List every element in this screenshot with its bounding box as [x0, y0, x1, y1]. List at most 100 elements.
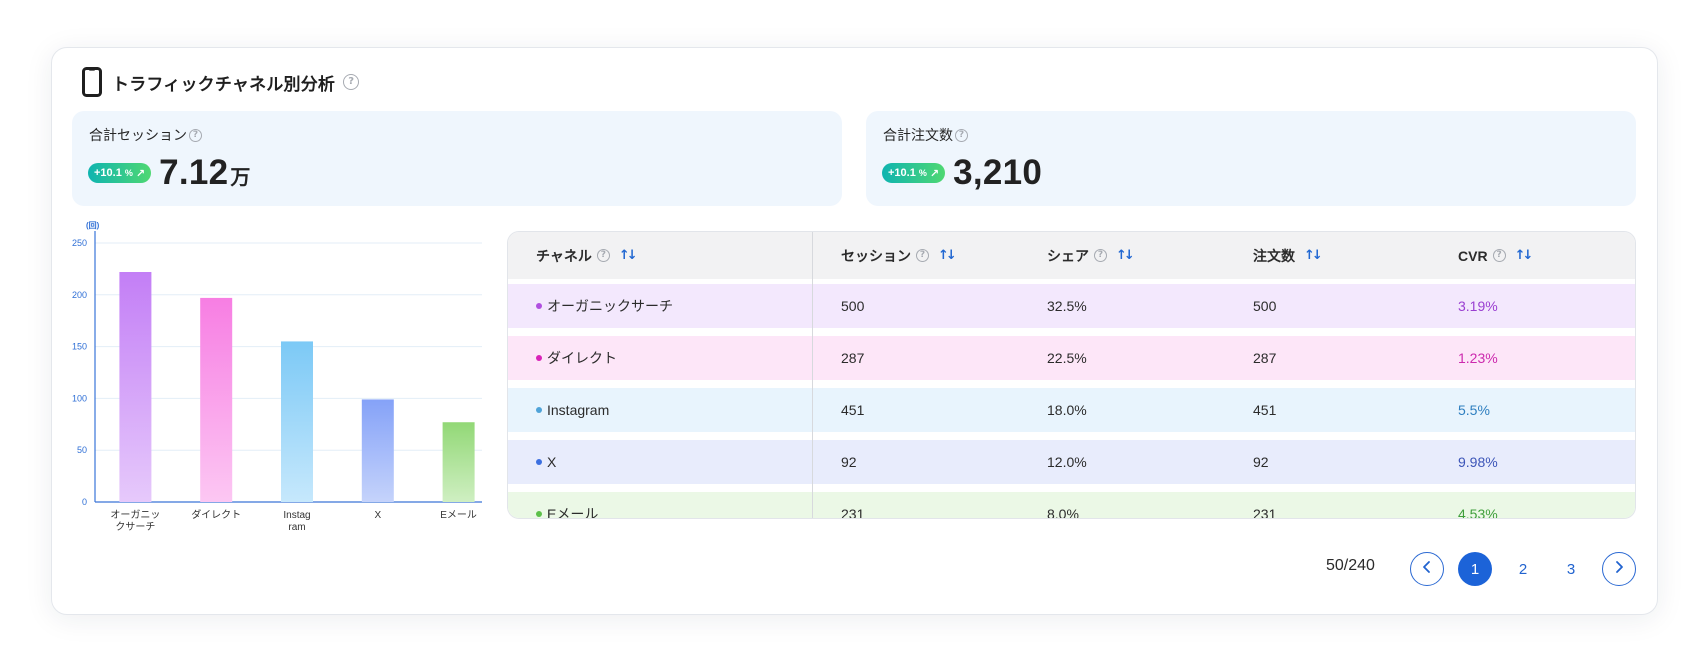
- cell-orders-text: 231: [1253, 506, 1277, 519]
- help-icon[interactable]: ?: [955, 128, 968, 142]
- table-row[interactable]: Instagram 451 18.0% 451 5.5%: [508, 388, 1635, 432]
- cell-sessions: 287: [841, 336, 864, 380]
- kpi-label-text: 合計注文数: [883, 127, 953, 143]
- cell-cvr: 4.53%: [1458, 492, 1498, 519]
- column-header-cvr[interactable]: CVR ? ↑↓: [1458, 232, 1534, 279]
- table-row[interactable]: X 92 12.0% 92 9.98%: [508, 440, 1635, 484]
- trend-up-icon: ↗: [929, 167, 940, 180]
- y-tick-label: 100: [72, 393, 87, 403]
- change-unit: %: [918, 168, 927, 178]
- kpi-unit: 万: [230, 167, 251, 189]
- x-tick-label: ダイレクト: [191, 508, 241, 521]
- y-axis-unit-label: (回): [86, 221, 100, 230]
- channel-dot: [536, 303, 542, 309]
- cell-channel: オーガニックサーチ: [536, 284, 673, 328]
- cell-cvr: 5.5%: [1458, 388, 1490, 432]
- cell-cvr-text: 3.19%: [1458, 298, 1498, 314]
- previous-page-button[interactable]: [1410, 552, 1444, 586]
- x-tick-label: Eメール: [440, 510, 477, 521]
- sessions-bar-chart: (回) 0 50 100 150 200 250 オーガニッ クサーチ ダイレクト Instag ra…: [72, 216, 482, 556]
- kpi-label-text: 合計セッション: [89, 127, 187, 143]
- pagination-count: 50/240: [1326, 557, 1375, 574]
- x-tick-label: Instag: [283, 510, 310, 521]
- cell-sessions: 451: [841, 388, 864, 432]
- smartphone-icon: [82, 67, 102, 97]
- page-3-button[interactable]: 3: [1554, 552, 1588, 586]
- cell-sessions: 500: [841, 284, 864, 328]
- bar-chart-svg: (回) 0 50 100 150 200 250 オーガニックサーチ ダイレクト Instagra…: [72, 221, 482, 533]
- next-page-button[interactable]: [1602, 552, 1636, 586]
- x-tick-label: ram: [288, 522, 305, 533]
- change-badge: +10.1% ↗: [882, 163, 946, 183]
- cell-channel-text: Instagram: [547, 402, 610, 418]
- trend-up-icon: ↗: [135, 167, 146, 180]
- column-header-share[interactable]: シェア ? ↑↓: [1047, 232, 1135, 279]
- cell-share-text: 32.5%: [1047, 298, 1087, 314]
- cell-orders: 500: [1253, 284, 1276, 328]
- cell-channel-text: Eメール: [547, 506, 599, 519]
- kpi-number: 7.12: [159, 153, 229, 192]
- kpi-label: 合計セッション ?: [89, 125, 202, 145]
- cell-channel-text: オーガニックサーチ: [547, 298, 673, 314]
- kpi-value: 3,210: [953, 153, 1042, 193]
- card-header: トラフィックチャネル別分析 ?: [82, 66, 360, 98]
- cell-share-text: 22.5%: [1047, 350, 1087, 366]
- y-tick-label: 150: [72, 342, 87, 352]
- traffic-channel-card: トラフィックチャネル別分析 ? 合計セッション ? +10.1% ↗ 7.12 万…: [51, 47, 1658, 615]
- cell-orders: 231: [1253, 492, 1277, 519]
- column-header-channel[interactable]: チャネル ? ↑↓: [536, 232, 638, 279]
- page-1-button[interactable]: 1: [1458, 552, 1492, 586]
- kpi-value: 7.12 万: [159, 153, 251, 193]
- sort-icon[interactable]: ↑↓: [1116, 248, 1135, 263]
- cell-sessions: 231: [841, 492, 865, 519]
- cell-orders-text: 451: [1253, 402, 1277, 418]
- help-icon[interactable]: ?: [1094, 249, 1107, 262]
- table-row[interactable]: オーガニックサーチ 500 32.5% 500 3.19%: [508, 284, 1635, 328]
- y-tick-label: 200: [72, 290, 87, 300]
- card-title: トラフィックチャネル別分析: [112, 74, 336, 94]
- cell-orders-text: 287: [1253, 350, 1277, 366]
- cell-channel: Instagram: [536, 388, 609, 432]
- channel-dot: [536, 407, 542, 413]
- cell-share-text: 8.0%: [1047, 506, 1079, 519]
- cell-channel-text: ダイレクト: [547, 350, 617, 366]
- chevron-left-icon: [1421, 560, 1433, 578]
- cell-share-text: 18.0%: [1047, 402, 1087, 418]
- page-2-button[interactable]: 2: [1506, 552, 1540, 586]
- y-tick-label: 50: [77, 445, 87, 455]
- column-header-sessions[interactable]: セッション ? ↑↓: [841, 232, 957, 279]
- column-label: チャネル: [536, 247, 592, 264]
- cell-orders: 451: [1253, 388, 1276, 432]
- help-icon[interactable]: ?: [1492, 249, 1506, 262]
- sort-icon[interactable]: ↑↓: [938, 248, 957, 263]
- column-label: CVR: [1458, 247, 1488, 264]
- bar-2: [281, 341, 313, 502]
- help-icon[interactable]: ?: [343, 74, 360, 90]
- table-row[interactable]: ダイレクト 287 22.5% 287 1.23%: [508, 336, 1635, 380]
- help-icon[interactable]: ?: [189, 128, 202, 142]
- channel-dot: [536, 459, 542, 465]
- column-label: シェア: [1047, 247, 1089, 264]
- column-label: セッション: [841, 247, 911, 264]
- x-tick-label: オーガニッ: [110, 509, 160, 521]
- x-tick-label: X: [374, 510, 381, 521]
- sort-icon[interactable]: ↑↓: [1304, 248, 1323, 263]
- cell-orders: 287: [1253, 336, 1276, 380]
- chevron-right-icon: [1613, 560, 1625, 578]
- cell-cvr-text: 5.5%: [1458, 402, 1490, 418]
- bar-0: [119, 272, 152, 502]
- column-header-orders[interactable]: 注文数 ↑↓: [1253, 232, 1323, 279]
- table-row[interactable]: Eメール 231 8.0% 231 4.53%: [508, 492, 1635, 519]
- channel-dot: [536, 355, 542, 361]
- sort-icon[interactable]: ↑↓: [619, 248, 638, 263]
- bar-1: [200, 297, 233, 502]
- kpi-row: +10.1% ↗ 3,210: [882, 153, 1042, 193]
- cell-channel: ダイレクト: [536, 336, 617, 380]
- channel-table: チャネル ? ↑↓ セッション ? ↑↓ シェア ? ↑↓ 注文数 ↑↓ CVR…: [507, 231, 1636, 519]
- help-icon[interactable]: ?: [916, 249, 929, 262]
- sort-icon[interactable]: ↑↓: [1515, 248, 1534, 263]
- cell-cvr-text: 4.53%: [1458, 506, 1498, 519]
- cell-sessions-text: 231: [841, 506, 865, 519]
- cell-cvr-text: 9.98%: [1458, 454, 1498, 470]
- help-icon[interactable]: ?: [596, 249, 610, 262]
